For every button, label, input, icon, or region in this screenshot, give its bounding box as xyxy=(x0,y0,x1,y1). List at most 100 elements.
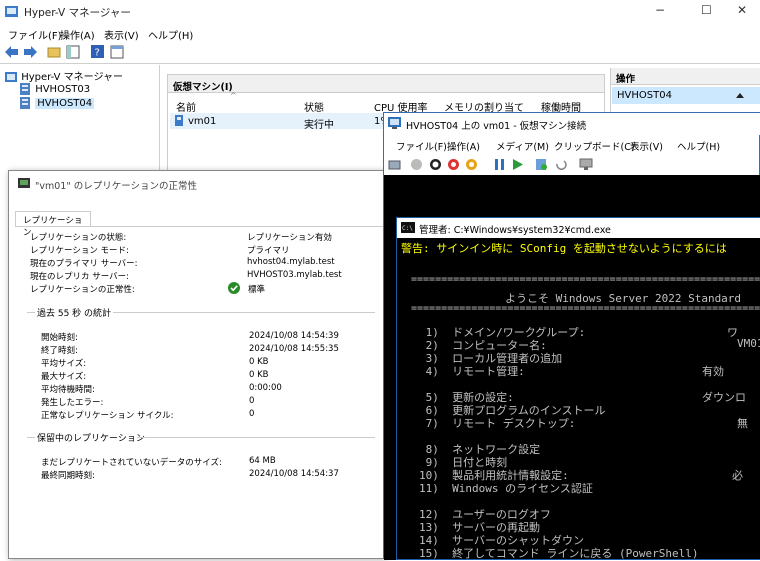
replication-stat-label: 終了時刻: xyxy=(41,346,78,356)
health-ok-icon xyxy=(228,282,240,294)
manager-titlebar: Hyper-V マネージャー − ☐ ✕ xyxy=(0,0,760,24)
cmd-separator: ========================================… xyxy=(411,274,760,285)
manager-title: Hyper-V マネージャー xyxy=(24,7,131,19)
replication-info-value: HVHOST03.mylab.test xyxy=(247,270,342,280)
tree-item-hvhost03[interactable]: HVHOST03 xyxy=(18,82,90,96)
replication-info-value: hvhost04.mylab.test xyxy=(247,257,335,267)
shut-down-icon[interactable] xyxy=(447,158,460,171)
save-state-icon[interactable] xyxy=(465,158,478,171)
replication-info-label: レプリケーションの正常性: xyxy=(30,285,135,295)
replication-info-label: 現在のレプリカ サーバー: xyxy=(30,272,129,282)
sort-caret-icon: ^ xyxy=(230,91,237,100)
cmd-icon: C:\ xyxy=(401,222,415,233)
cmd-window: C:\ 管理者: C:¥Windows¥system32¥cmd.exe 警告:… xyxy=(396,217,760,560)
svg-text:C:\: C:\ xyxy=(402,225,413,232)
back-arrow-icon[interactable] xyxy=(4,45,20,59)
vmc-menu-file[interactable]: ファイル(F) xyxy=(396,139,447,153)
tree-item-hvhost04[interactable]: HVHOST04 xyxy=(18,96,95,110)
menu-file[interactable]: ファイル(F) xyxy=(8,27,62,42)
minimize-button[interactable]: − xyxy=(655,3,665,17)
replication-info-value: 標準 xyxy=(248,285,266,295)
vmc-menu-view[interactable]: 表示(V) xyxy=(630,139,663,153)
server-icon xyxy=(20,97,30,109)
show-tree-icon[interactable] xyxy=(66,45,80,59)
column-header-name[interactable]: 名前 xyxy=(176,99,196,114)
manager-menubar: ファイル(F) 操作(A) 表示(V) ヘルプ(H) xyxy=(0,24,760,42)
vm-state: 実行中 xyxy=(304,120,334,131)
revert-icon[interactable] xyxy=(554,158,567,171)
vmconnect-toolbar xyxy=(384,154,760,175)
ctrl-alt-del-icon[interactable] xyxy=(388,158,401,171)
resume-icon[interactable] xyxy=(511,158,524,171)
close-button[interactable]: ✕ xyxy=(737,3,747,17)
turn-off-icon[interactable] xyxy=(429,158,442,171)
pending-replication-value: 64 MB xyxy=(249,456,276,466)
stats-group-title: 過去 55 秒 の統計 xyxy=(37,309,112,319)
actions-title: 操作 xyxy=(616,74,636,85)
replication-info-label: 現在のプライマリ サーバー: xyxy=(30,259,138,269)
vmc-menu-action[interactable]: 操作(A) xyxy=(447,139,480,153)
vmconnect-titlebar: HVHOST04 上の vm01 - 仮想マシン接続 xyxy=(384,113,760,135)
replication-stat-value: 2024/10/08 14:54:39 xyxy=(249,331,339,341)
vm-display[interactable]: C:\ 管理者: C:¥Windows¥system32¥cmd.exe 警告:… xyxy=(384,175,760,560)
sconfig-menu-value: VM01 xyxy=(737,337,760,350)
replication-info-label: レプリケーションの状態: xyxy=(30,233,127,243)
replication-health-dialog: "vm01" のレプリケーションの正常性 レプリケーション 過去 55 秒 の統… xyxy=(8,170,386,559)
dialog-icon xyxy=(18,178,30,188)
vmconnect-menubar: ファイル(F) 操作(A) メディア(M) クリップボード(C) 表示(V) ヘ… xyxy=(384,136,760,154)
replication-stat-value: 2024/10/08 14:55:35 xyxy=(249,344,339,354)
server-icon xyxy=(20,83,30,95)
sconfig-menu-value: 有効 xyxy=(702,365,724,378)
cmd-titlebar: C:\ 管理者: C:¥Windows¥system32¥cmd.exe xyxy=(397,218,760,238)
cmd-warning-line: 警告: サインイン時に SConfig を起動させないようにするには xyxy=(401,242,727,255)
sconfig-menu-value: 必 xyxy=(732,469,743,482)
help-icon[interactable]: ? xyxy=(91,45,105,59)
sconfig-menu-value: ダウンロ xyxy=(702,391,746,404)
cmd-console[interactable]: 警告: サインイン時に SConfig を起動させないようにするには =====… xyxy=(397,238,760,561)
replication-stat-value: 0 xyxy=(249,396,255,406)
tab-replication[interactable]: レプリケーション xyxy=(15,211,91,238)
tree-label-hvhost03: HVHOST03 xyxy=(35,84,91,95)
replication-info-value: プライマリ xyxy=(247,246,290,256)
up-folder-icon[interactable] xyxy=(47,45,61,59)
pending-replication-label: 最終同期時刻: xyxy=(41,471,95,481)
menu-view[interactable]: 表示(V) xyxy=(104,27,139,42)
replication-stat-value: 0:00:00 xyxy=(249,383,282,393)
svg-text:?: ? xyxy=(95,48,100,59)
vm-panel-title: 仮想マシン(I) xyxy=(173,82,233,93)
dialog-titlebar: "vm01" のレプリケーションの正常性 xyxy=(9,171,385,197)
vmc-menu-media[interactable]: メディア(M) xyxy=(496,139,549,153)
actions-host-header[interactable]: HVHOST04 xyxy=(612,87,760,104)
pending-replication-value: 2024/10/08 14:54:37 xyxy=(249,469,339,479)
replication-info-label: レプリケーション モード: xyxy=(30,246,129,256)
replication-stat-value: 0 KB xyxy=(249,357,269,367)
pending-group-title: 保留中のレプリケーション xyxy=(37,434,145,444)
collapse-up-icon xyxy=(736,93,744,98)
menu-help[interactable]: ヘルプ(H) xyxy=(148,27,193,42)
cmd-separator: ========================================… xyxy=(411,303,760,314)
tree-label-hvhost04: HVHOST04 xyxy=(35,98,95,109)
forward-arrow-icon[interactable] xyxy=(22,45,38,59)
maximize-button[interactable]: ☐ xyxy=(701,3,712,17)
vmc-menu-clipboard[interactable]: クリップボード(C) xyxy=(554,139,635,153)
replication-stat-label: 平均待機時間: xyxy=(41,385,95,395)
vm-icon xyxy=(175,115,183,126)
replication-stat-label: 正常なレプリケーション サイクル: xyxy=(41,411,174,421)
manager-toolbar: ? xyxy=(0,42,760,64)
replication-info-value: レプリケーション有効 xyxy=(247,233,332,243)
vmc-menu-help[interactable]: ヘルプ(H) xyxy=(677,139,720,153)
pause-icon[interactable] xyxy=(493,158,506,171)
menu-action[interactable]: 操作(A) xyxy=(60,27,95,42)
replication-stat-value: 0 xyxy=(249,409,255,419)
checkpoint-icon[interactable] xyxy=(535,158,548,171)
enhanced-session-icon[interactable] xyxy=(579,158,594,171)
sconfig-menu-item: 11) Windows のライセンス認証 xyxy=(419,482,593,495)
start-icon[interactable] xyxy=(410,158,423,171)
pending-replication-label: まだレプリケートされていないデータのサイズ: xyxy=(41,458,222,468)
show-action-pane-icon[interactable] xyxy=(110,45,124,59)
replication-stat-label: 発生したエラー: xyxy=(41,398,104,408)
replication-stat-label: 最大サイズ: xyxy=(41,372,87,382)
hyperv-app-icon xyxy=(5,6,18,17)
sconfig-menu-item: 7) リモート デスクトップ: xyxy=(419,417,576,430)
column-header-state[interactable]: 状態 xyxy=(304,99,324,114)
